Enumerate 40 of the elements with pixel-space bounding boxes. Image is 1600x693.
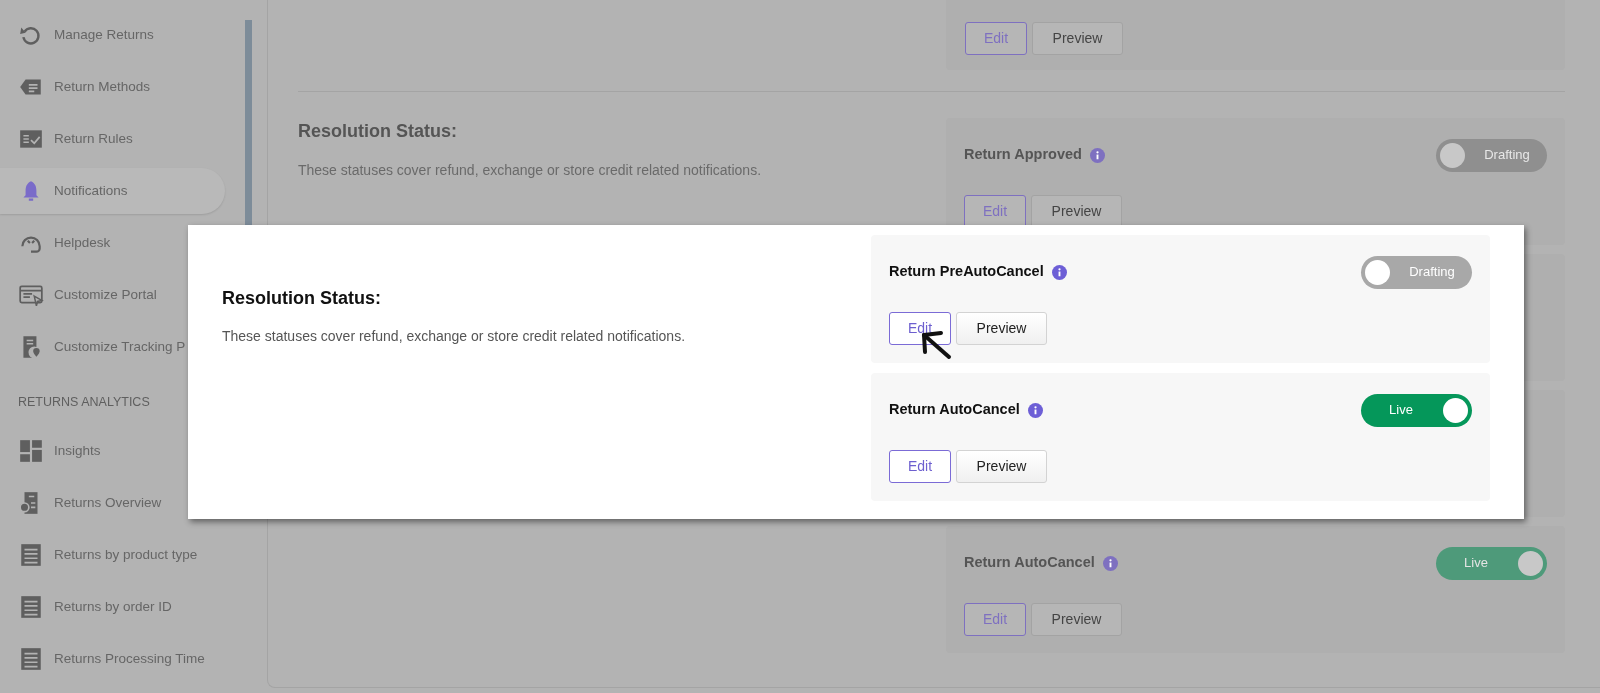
list-icon — [18, 646, 44, 672]
sidebar-item[interactable]: Returns Processing Time — [0, 636, 242, 682]
card-title: Return AutoCancel — [964, 553, 1095, 573]
edit-button[interactable]: Edit — [965, 22, 1027, 55]
sidebar-item[interactable]: Return Methods — [0, 64, 242, 110]
sidebar-item[interactable]: Returns by order ID — [0, 584, 242, 630]
status-toggle[interactable]: Drafting — [1436, 138, 1547, 172]
status-toggle[interactable]: Drafting — [1361, 255, 1472, 289]
edit-button[interactable]: Edit — [889, 450, 951, 483]
sidebar-item[interactable]: Returns by product type — [0, 532, 242, 578]
list-icon — [18, 542, 44, 568]
section-title: Resolution Status: — [222, 287, 382, 310]
browser-icon — [18, 282, 44, 308]
section-header: RETURNS ANALYTICS — [17, 393, 151, 411]
edit-button[interactable]: Edit — [964, 603, 1026, 636]
sidebar-item[interactable]: Return Rules — [0, 116, 242, 162]
section-title: Resolution Status: — [298, 120, 458, 143]
sidebar-item[interactable]: Insights — [0, 428, 242, 474]
preview-button[interactable]: Preview — [956, 312, 1047, 345]
card-title: Return PreAutoCancel — [889, 262, 1044, 282]
sidebar-item[interactable]: Manage Returns — [0, 12, 242, 58]
card-title: Return AutoCancel — [889, 400, 1020, 420]
info-icon — [1089, 147, 1105, 163]
section-description: These statuses cover refund, exchange or store credit related notifications. — [298, 161, 763, 180]
sidebar-item[interactable]: Returns Overview — [0, 480, 242, 526]
list-icon — [18, 594, 44, 620]
section-description: These statuses cover refund, exchange or store credit related notifications. — [222, 327, 687, 346]
status-toggle[interactable]: Live — [1361, 393, 1472, 427]
dashboard-icon — [18, 438, 44, 464]
preview-button[interactable]: Preview — [956, 450, 1047, 483]
preview-button[interactable]: Preview — [1032, 22, 1123, 55]
preview-button[interactable]: Preview — [1031, 603, 1122, 636]
card-title: Return Approved — [964, 145, 1082, 165]
info-icon — [1102, 555, 1118, 571]
sidebar-item[interactable]: Notifications — [0, 168, 225, 214]
status-toggle[interactable]: Live — [1436, 546, 1547, 580]
sidebar-item[interactable]: Helpdesk — [0, 220, 242, 266]
edit-button[interactable]: Edit — [889, 312, 951, 345]
info-icon — [1051, 264, 1067, 280]
info-icon — [1027, 402, 1043, 418]
